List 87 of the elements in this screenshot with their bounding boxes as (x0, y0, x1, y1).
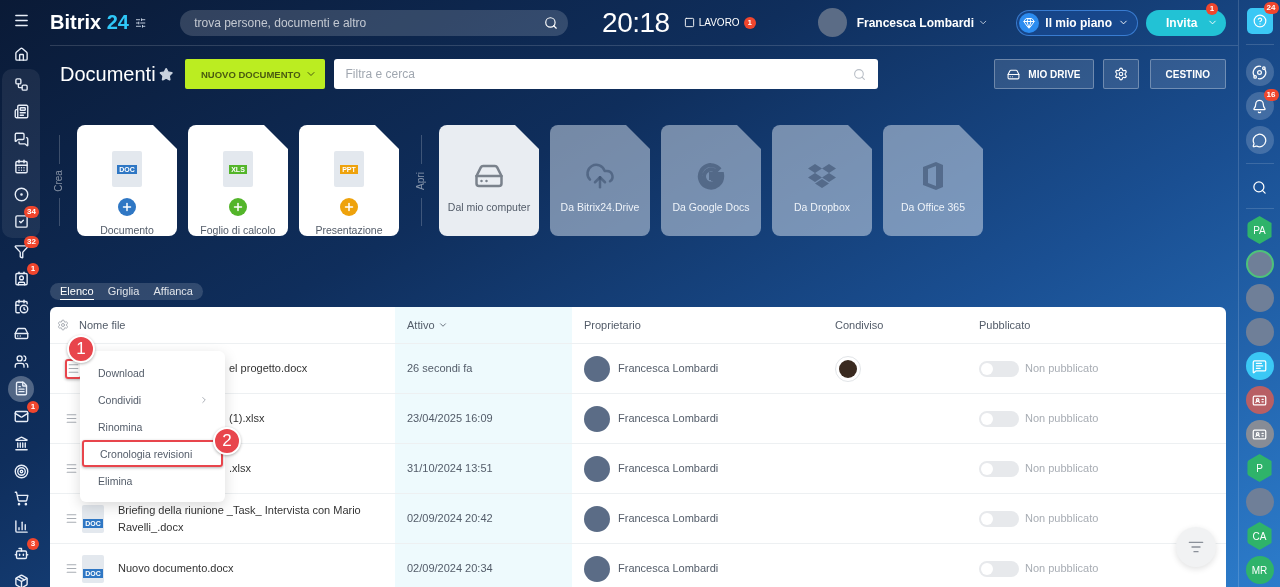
menu-item[interactable]: Elimina (80, 467, 149, 494)
column-header[interactable]: Condiviso (835, 319, 884, 331)
avatar (584, 555, 610, 582)
plan-button[interactable]: Il mio piano (1016, 9, 1138, 36)
app-icon[interactable] (1245, 58, 1274, 86)
chevron-icon (199, 394, 209, 405)
notifications-icon[interactable] (1245, 92, 1274, 120)
logo[interactable]: Bitrix 24 (50, 11, 129, 34)
table-cell-text: 26 secondi fa (407, 361, 473, 376)
search-icon[interactable] (544, 15, 559, 30)
step-marker: 2 (213, 427, 241, 455)
plus-icon (118, 198, 136, 216)
work-status[interactable]: LAVORO (698, 17, 740, 28)
publish-status: Non pubblicato (1025, 511, 1099, 526)
count-badge: 1 (1206, 2, 1218, 15)
publish-status: Non pubblicato (1025, 561, 1099, 576)
avatar (584, 505, 610, 532)
avatar[interactable] (817, 8, 847, 37)
publish-toggle[interactable] (979, 560, 1019, 577)
file-name[interactable]: (1).xlsx (229, 410, 265, 427)
file-name[interactable]: Nuovo documento.docx (118, 560, 234, 577)
help-button[interactable] (1246, 8, 1273, 34)
view-tab[interactable]: Affianca (153, 283, 193, 300)
help-icon (1252, 13, 1267, 29)
chat-icon[interactable] (1245, 126, 1274, 154)
gear-icon (1113, 67, 1128, 81)
document-icon[interactable] (7, 375, 35, 403)
publish-status: Non pubblicato (1025, 461, 1099, 476)
avatar (584, 455, 610, 482)
table-cell-text: 31/10/2024 13:51 (407, 461, 493, 476)
step-marker: 1 (67, 335, 95, 363)
count-badge: 32 (24, 235, 39, 248)
sort-caret-icon (437, 320, 448, 330)
count-badge: 24 (1263, 2, 1279, 14)
plus-icon (340, 198, 358, 216)
list-icon (1188, 539, 1204, 555)
publish-toggle[interactable] (979, 510, 1019, 527)
owner-name[interactable]: Francesca Lombardi (618, 410, 719, 427)
file-name[interactable]: .xlsx (229, 460, 251, 477)
publish-toggle[interactable] (979, 460, 1019, 477)
table-cell-text: 02/09/2024 20:42 (407, 511, 493, 526)
table-cell-text: 23/04/2025 16:09 (407, 411, 493, 426)
publish-toggle[interactable] (979, 360, 1019, 377)
avatar (584, 405, 610, 432)
page-title: Documenti (60, 62, 156, 86)
trash-button[interactable]: CESTINO (1149, 59, 1226, 89)
drive-icon (1007, 67, 1021, 81)
new-document-button[interactable]: NUOVO DOCUMENTO (184, 59, 325, 89)
owner-name[interactable]: Francesca Lombardi (618, 560, 719, 577)
count-badge: 34 (24, 206, 39, 218)
file-name[interactable]: el progetto.docx (229, 360, 308, 377)
user-name[interactable]: Francesca Lombardi (856, 15, 974, 30)
column-header[interactable]: Pubblicato (979, 319, 1031, 331)
column-header[interactable]: Nome file (79, 319, 126, 331)
drive-button[interactable]: MIO DRIVE (994, 59, 1094, 89)
publish-status: Non pubblicato (1025, 411, 1099, 426)
owner-name[interactable]: Francesca Lombardi (618, 460, 719, 477)
owner-name[interactable]: Francesca Lombardi (618, 360, 719, 377)
count-badge: 16 (1263, 89, 1279, 101)
stop-icon[interactable] (683, 17, 695, 28)
column-header[interactable]: Proprietario (584, 319, 641, 331)
plus-icon (229, 198, 247, 216)
sliders-icon[interactable] (134, 16, 147, 29)
avatar[interactable] (1245, 250, 1274, 278)
menu-item[interactable]: Rinomina (80, 413, 159, 440)
file-name[interactable]: Briefing della riunione _Task_ Intervista con Mario Ravelli_.docx (118, 501, 395, 536)
section-label: Crea (52, 169, 65, 192)
clock: 20:18 (602, 6, 670, 39)
import-card[interactable]: Dal mio computer (439, 125, 539, 236)
count-badge: 3 (27, 538, 39, 550)
chat-icon[interactable] (1245, 352, 1274, 380)
view-tab[interactable]: Elenco (60, 283, 94, 300)
section-label: Apri (414, 171, 427, 190)
count-badge: 1 (743, 16, 756, 29)
office-logo-icon (920, 159, 946, 193)
publish-toggle[interactable] (979, 410, 1019, 427)
settings-button[interactable] (1102, 59, 1139, 89)
avatar (584, 355, 610, 382)
menu-item[interactable]: Condividi (80, 386, 225, 413)
count-badge: 1 (27, 400, 39, 413)
owner-name[interactable]: Francesca Lombardi (618, 510, 719, 527)
table-cell-text: 02/09/2024 20:34 (407, 561, 493, 576)
publish-status: Non pubblicato (1025, 361, 1099, 376)
view-tab[interactable]: Griglia (107, 283, 140, 300)
count-badge: 1 (27, 263, 39, 275)
column-header[interactable]: Attivo (407, 319, 448, 331)
star-icon[interactable] (158, 66, 173, 82)
